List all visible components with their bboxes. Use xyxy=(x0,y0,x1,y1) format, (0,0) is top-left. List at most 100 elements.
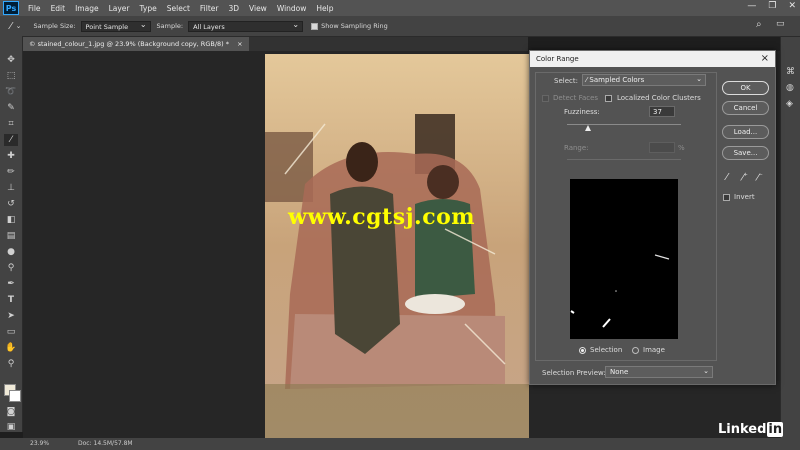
eyedropper-icon[interactable]: ⁄ xyxy=(726,172,728,183)
tab-close-icon[interactable]: × xyxy=(237,40,242,48)
fuzziness-input[interactable]: 37 xyxy=(649,106,675,117)
load-button[interactable]: Load... xyxy=(722,125,769,139)
eraser-tool-icon[interactable]: ◧ xyxy=(4,214,18,226)
menu-window[interactable]: Window xyxy=(272,4,312,13)
crop-tool-icon[interactable]: ⌗ xyxy=(4,118,18,130)
eyedropper-minus-icon[interactable]: ⁄− xyxy=(757,172,763,183)
background-color-swatch[interactable] xyxy=(9,390,21,402)
chevron-down-icon[interactable]: ⌄ xyxy=(16,22,22,30)
selection-preview-label: Selection Preview: xyxy=(542,369,606,377)
socks xyxy=(405,294,465,314)
document-title: © stained_colour_1.jpg @ 23.9% (Backgrou… xyxy=(29,40,229,48)
sample-select[interactable]: All Layers xyxy=(188,19,304,32)
toolbox: ✥ ⬚ ➰ ✎ ⌗ ⁄ ✚ ✏ ⊥ ↺ ◧ ▤ ● ⚲ ✒ T ➤ ▭ ✋ ⚲ … xyxy=(0,36,23,432)
menu-edit[interactable]: Edit xyxy=(46,4,71,13)
image-radio-label: Image xyxy=(643,346,665,354)
minimize-icon[interactable]: — xyxy=(747,1,756,11)
selection-preview-select-value: None xyxy=(610,368,629,376)
eyedropper-tool-icon[interactable]: ⁄ xyxy=(4,134,18,146)
menu-3d[interactable]: 3D xyxy=(223,4,244,13)
dialog-close-icon[interactable]: × xyxy=(761,51,769,67)
panel-strip: ⌘ ◍ ◈ xyxy=(780,37,800,438)
linkedin-logo: Linked in xyxy=(718,422,784,437)
quick-mask-icon[interactable]: ◙ xyxy=(4,406,18,418)
search-icon[interactable]: ⌕ xyxy=(756,19,762,30)
layers-panel-icon[interactable]: ◈ xyxy=(786,99,793,109)
menu-layer[interactable]: Layer xyxy=(104,4,135,13)
clone-stamp-tool-icon[interactable]: ⊥ xyxy=(4,182,18,194)
eyedropper-plus-icon[interactable]: ⁄+ xyxy=(742,172,748,183)
select-dropdown[interactable]: ⁄ Sampled Colors ⌄ xyxy=(582,74,706,86)
chevron-down-icon: ⌄ xyxy=(703,367,709,375)
document-tab[interactable]: © stained_colour_1.jpg @ 23.9% (Backgrou… xyxy=(23,37,249,51)
lasso-tool-icon[interactable]: ➰ xyxy=(4,86,18,98)
rectangle-tool-icon[interactable]: ▭ xyxy=(4,326,18,338)
photo-canvas[interactable] xyxy=(265,54,529,438)
doc-size-info[interactable]: Doc: 14.5M/57.8M xyxy=(78,440,133,447)
left-child-head xyxy=(346,142,378,182)
save-button[interactable]: Save... xyxy=(722,146,769,160)
screen-mode-icon[interactable]: ▣ xyxy=(4,421,18,433)
brush-tool-icon[interactable]: ✏ xyxy=(4,166,18,178)
localized-clusters-checkbox[interactable] xyxy=(605,95,612,102)
range-label: Range: xyxy=(564,144,589,152)
menu-view[interactable]: View xyxy=(244,4,272,13)
preview-speck xyxy=(615,290,617,292)
range-slider-track[interactable] xyxy=(567,159,681,160)
menu-type[interactable]: Type xyxy=(135,4,162,13)
window-close-icon[interactable]: ✕ xyxy=(788,1,796,11)
menu-select[interactable]: Select xyxy=(162,4,195,13)
ok-button[interactable]: OK xyxy=(722,81,769,95)
blur-tool-icon[interactable]: ● xyxy=(4,246,18,258)
detect-faces-checkbox[interactable] xyxy=(542,95,549,102)
selection-radio-label: Selection xyxy=(590,346,623,354)
color-range-dialog: Color Range × Select: ⁄ Sampled Colors ⌄… xyxy=(529,50,776,385)
dodge-tool-icon[interactable]: ⚲ xyxy=(4,262,18,274)
cancel-button[interactable]: Cancel xyxy=(722,101,769,115)
sample-size-select[interactable]: Point Sample xyxy=(80,19,151,32)
hand-tool-icon[interactable]: ✋ xyxy=(4,342,18,354)
floor xyxy=(265,384,529,438)
invert-checkbox[interactable] xyxy=(723,194,730,201)
menu-image[interactable]: Image xyxy=(70,4,104,13)
healing-brush-tool-icon[interactable]: ✚ xyxy=(4,150,18,162)
adjustments-panel-icon[interactable]: ◍ xyxy=(786,83,794,93)
show-sampling-ring-label: Show Sampling Ring xyxy=(321,22,388,30)
dialog-title-bar[interactable]: Color Range × xyxy=(530,51,775,67)
localized-clusters-label: Localized Color Clusters xyxy=(617,94,701,102)
history-panel-icon[interactable]: ⌘ xyxy=(786,67,795,77)
status-bar: 23.9% Doc: 14.5M/57.8M xyxy=(0,438,800,450)
eyedropper-tool-preset-icon[interactable]: ⁄ xyxy=(10,21,12,32)
move-tool-icon[interactable]: ✥ xyxy=(4,54,18,66)
type-tool-icon[interactable]: T xyxy=(4,294,18,306)
path-selection-tool-icon[interactable]: ➤ xyxy=(4,310,18,322)
photoshop-logo: Ps xyxy=(3,1,19,15)
chevron-down-icon: ⌄ xyxy=(696,75,702,83)
range-input[interactable] xyxy=(649,142,675,153)
selection-radio[interactable] xyxy=(579,347,586,354)
gradient-tool-icon[interactable]: ▤ xyxy=(4,230,18,242)
menu-help[interactable]: Help xyxy=(311,4,338,13)
history-brush-tool-icon[interactable]: ↺ xyxy=(4,198,18,210)
workspace-icon[interactable]: ▭ xyxy=(776,19,785,29)
image-radio[interactable] xyxy=(632,347,639,354)
linkedin-wordmark: Linked xyxy=(718,422,767,437)
menu-bar: Ps File Edit Image Layer Type Select Fil… xyxy=(0,0,800,16)
menu-filter[interactable]: Filter xyxy=(195,4,224,13)
select-label: Select: xyxy=(554,77,578,85)
right-child-head xyxy=(427,165,459,199)
marquee-tool-icon[interactable]: ⬚ xyxy=(4,70,18,82)
show-sampling-ring-checkbox[interactable] xyxy=(311,22,319,30)
menu-file[interactable]: File xyxy=(23,4,46,13)
selection-preview[interactable] xyxy=(570,179,678,339)
pen-tool-icon[interactable]: ✒ xyxy=(4,278,18,290)
maximize-icon[interactable]: ❐ xyxy=(768,1,776,11)
range-unit: % xyxy=(678,144,685,152)
fuzziness-slider-thumb[interactable] xyxy=(585,125,592,131)
preview-background xyxy=(570,179,678,339)
linkedin-in-badge: in xyxy=(767,422,784,437)
quick-select-tool-icon[interactable]: ✎ xyxy=(4,102,18,114)
zoom-tool-icon[interactable]: ⚲ xyxy=(4,358,18,370)
selection-preview-select[interactable]: None ⌄ xyxy=(605,366,713,378)
zoom-level[interactable]: 23.9% xyxy=(30,440,49,447)
